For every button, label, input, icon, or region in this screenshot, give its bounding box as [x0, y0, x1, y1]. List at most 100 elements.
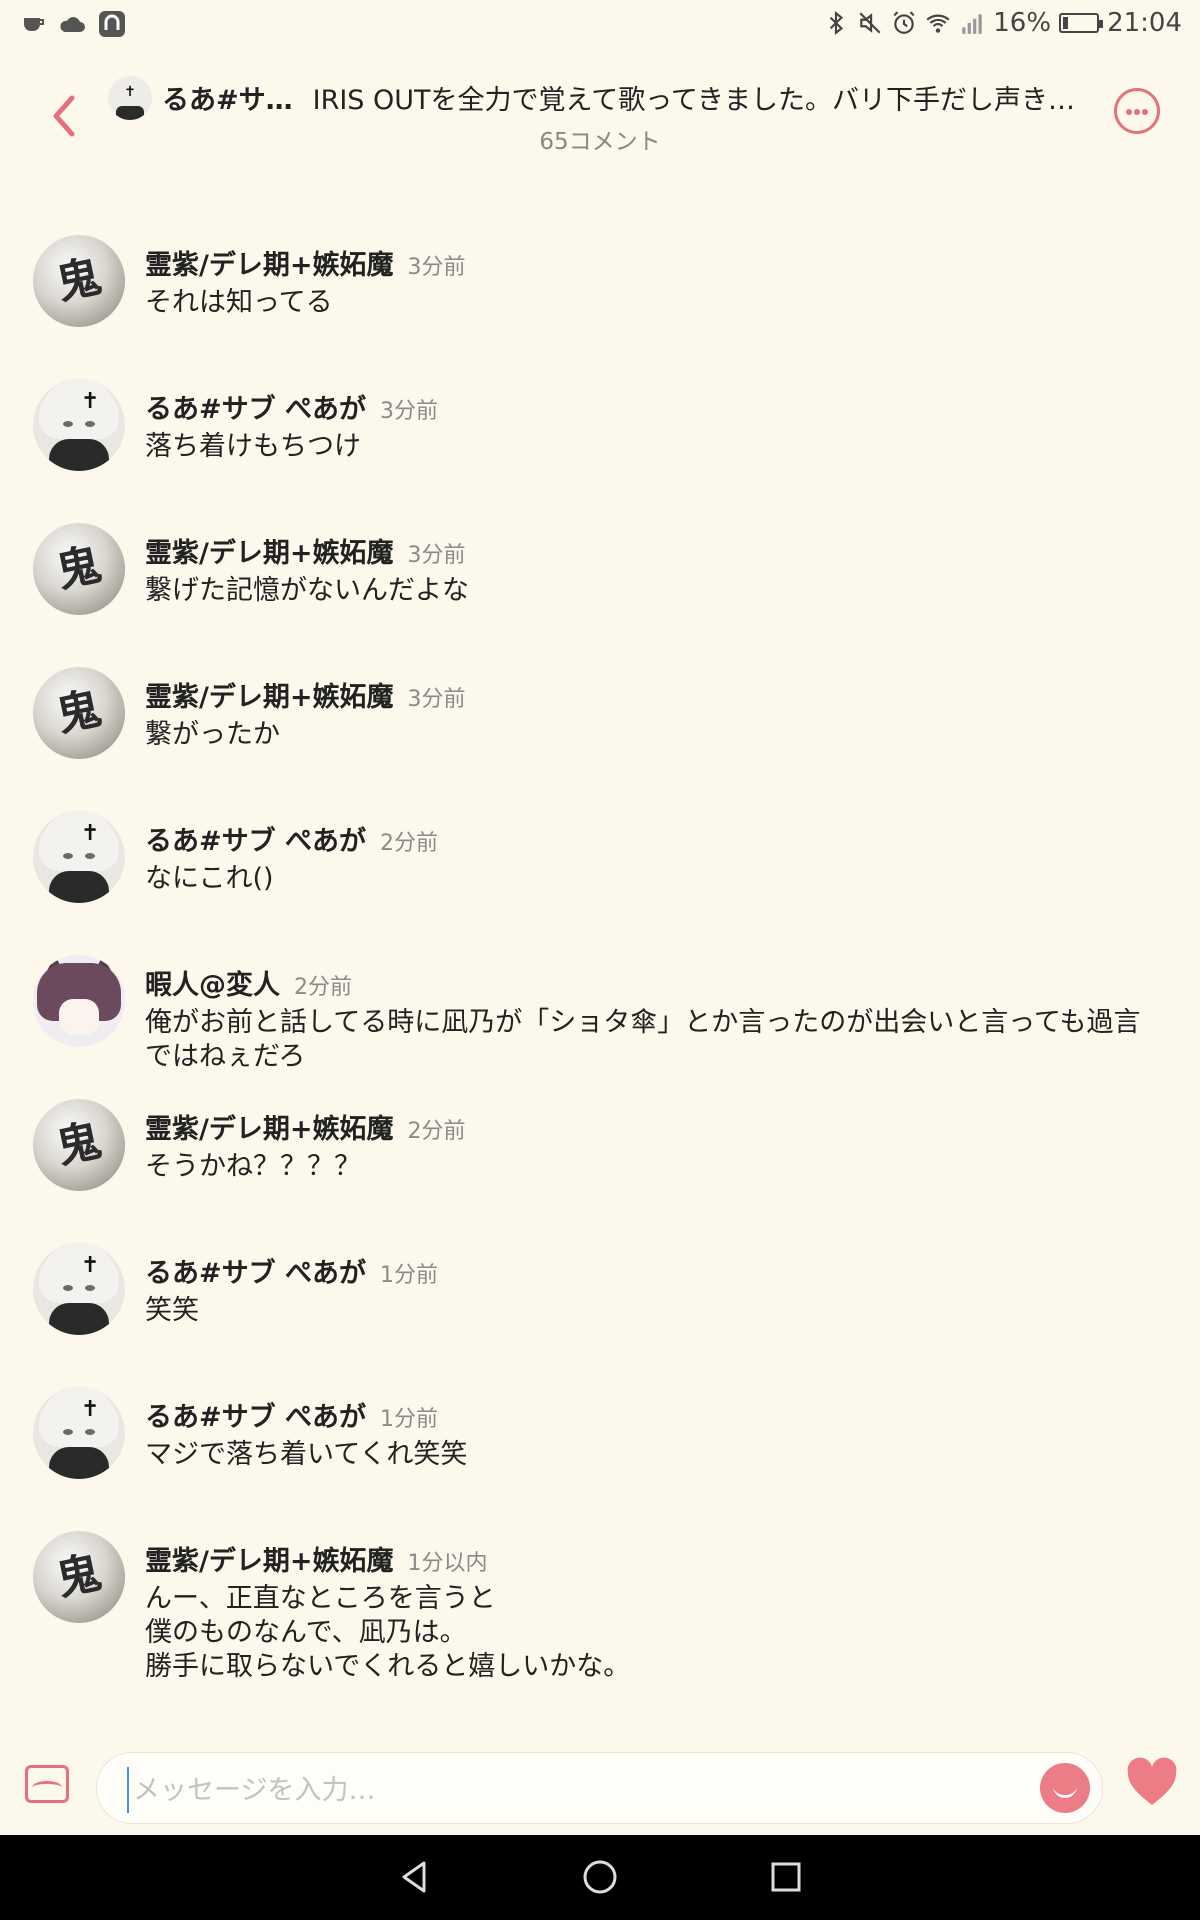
comment-avatar[interactable]: 鬼	[33, 1531, 125, 1623]
message-input-wrap[interactable]	[96, 1752, 1103, 1824]
comment-author[interactable]: るあ#サブ ぺあが	[145, 1395, 366, 1434]
comment-time: 3分前	[407, 687, 466, 712]
post-header: ✝ るあ#サ… IRIS OUTを全力で覚えて歌ってきました。バリ下手だし声き… …	[0, 60, 1200, 170]
avatar-body	[49, 871, 109, 903]
nav-recents-icon[interactable]	[766, 1857, 806, 1897]
comment-avatar[interactable]: 鬼	[33, 667, 125, 759]
wifi-icon	[926, 14, 950, 33]
message-input[interactable]	[127, 1767, 1035, 1813]
cross-icon: ✝	[81, 821, 100, 846]
nav-home-icon[interactable]	[580, 1857, 620, 1897]
comment-item[interactable]: ✝ るあ#サブ ぺあが 3分前落ち着けもちつけ	[0, 374, 1200, 518]
battery-percent: 16%	[993, 8, 1052, 38]
comment-text: 落ち着けもちつけ	[145, 431, 361, 462]
image-attach-button[interactable]	[25, 1765, 69, 1803]
comment-meta: るあ#サブ ぺあが 1分前	[145, 1238, 1200, 1290]
comment-avatar[interactable]: ✝	[33, 811, 125, 903]
comment-text: んー、正直なところを言うと 僕のものなんで、凪乃は。 勝手に取らないでくれると嬉…	[145, 1583, 631, 1682]
comment-author[interactable]: るあ#サブ ぺあが	[145, 819, 366, 858]
comment-item[interactable]: 鬼霊紫/デレ期+嫉妬魔 3分前それは知ってる	[0, 230, 1200, 374]
comment-author[interactable]: 霊紫/デレ期+嫉妬魔	[145, 1539, 393, 1578]
avatar-eye	[85, 421, 95, 427]
comment-list: 鬼霊紫/デレ期+嫉妬魔 3分前 それは知ってる ✝ るあ#サブ ぺあが 3分前 落ち着けもち…	[0, 230, 1200, 1684]
avatar-body	[49, 1303, 109, 1335]
comment-time: 1分前	[380, 1407, 439, 1432]
comment-item[interactable]: 鬼霊紫/デレ期+嫉妬魔 1分以内んー、正直なところを言うと 僕のものなんで、凪乃は…	[0, 1526, 1200, 1684]
avatar-emblem-icon: 鬼	[52, 1114, 106, 1175]
more-dot-icon	[1142, 109, 1148, 115]
mute-icon	[859, 12, 881, 34]
svg-text:✝: ✝	[124, 84, 136, 100]
comment-avatar[interactable]: 鬼	[33, 1099, 125, 1191]
comment-author[interactable]: 暇人@変人	[145, 963, 280, 1002]
status-bar: 16% 21:04	[0, 0, 1200, 50]
comment-time: 1分前	[380, 1263, 439, 1288]
comment-avatar[interactable]: 鬼	[33, 523, 125, 615]
avatar-hair	[39, 811, 119, 871]
comment-item[interactable]: ✝ るあ#サブ ぺあが 2分前 なにこれ()	[0, 806, 1200, 950]
comment-time: 1分以内	[407, 1551, 488, 1576]
avatar-emblem-icon: 鬼	[52, 682, 106, 743]
comment-item[interactable]: 鬼霊紫/デレ期+嫉妬魔 3分前繋がったか	[0, 662, 1200, 806]
cloud-icon	[58, 14, 86, 38]
comment-item[interactable]: 鬼霊紫/デレ期+嫉妬魔 3分前 繋げた記憶がないんだよな	[0, 518, 1200, 662]
comment-meta: 霊紫/デレ期+嫉妬魔 2分前	[145, 1094, 1200, 1146]
battery-icon	[1059, 13, 1104, 33]
comment-avatar[interactable]: ✝	[33, 1387, 125, 1479]
more-options-button[interactable]	[1114, 88, 1160, 134]
sticker-button[interactable]	[1040, 1763, 1090, 1813]
post-author-avatar[interactable]: ✝	[108, 76, 152, 120]
comment-author[interactable]: 霊紫/デレ期+嫉妬魔	[145, 243, 393, 282]
status-right: 16% 21:04	[823, 8, 1182, 38]
comment-author[interactable]: 霊紫/デレ期+嫉妬魔	[145, 675, 393, 714]
comment-avatar[interactable]: ✝	[33, 1243, 125, 1335]
comment-meta: 霊紫/デレ期+嫉妬魔 3分前	[145, 230, 1200, 282]
comment-meta: 霊紫/デレ期+嫉妬魔 1分以内	[145, 1526, 1200, 1578]
avatar-emblem-icon: 鬼	[52, 250, 106, 311]
like-heart-button[interactable]	[1124, 1755, 1180, 1811]
avatar-emblem-icon: 鬼	[52, 538, 106, 599]
avatar-eye	[63, 421, 73, 427]
cross-icon: ✝	[81, 389, 100, 414]
avatar-eye	[63, 853, 73, 859]
avatar-body	[49, 1447, 109, 1479]
system-nav-bar	[0, 1835, 1200, 1920]
comment-meta: 霊紫/デレ期+嫉妬魔 3分前	[145, 662, 1200, 714]
comment-time: 2分前	[294, 975, 352, 1000]
avatar-hair	[39, 1243, 119, 1303]
signal-icon	[962, 14, 983, 34]
comment-time: 3分前	[407, 543, 466, 568]
comment-time: 3分前	[407, 255, 466, 280]
avatar-eye	[85, 1429, 95, 1435]
comment-meta: 霊紫/デレ期+嫉妬魔 3分前	[145, 518, 1200, 570]
comment-author[interactable]: るあ#サブ ぺあが	[145, 1251, 366, 1290]
comment-count: 65コメント	[539, 129, 661, 155]
avatar-eye	[85, 1285, 95, 1291]
post-title-row[interactable]: るあ#サ… IRIS OUTを全力で覚えて歌ってきました。バリ下手だし声き…	[162, 78, 1082, 117]
comment-text: それは知ってる	[145, 287, 333, 318]
comment-avatar[interactable]	[33, 955, 125, 1047]
comment-author[interactable]: るあ#サブ ぺあが	[145, 387, 366, 426]
comment-author[interactable]: 霊紫/デレ期+嫉妬魔	[145, 531, 393, 570]
comment-author[interactable]: 霊紫/デレ期+嫉妬魔	[145, 1107, 393, 1146]
comment-text: そうかね？？？？	[145, 1151, 361, 1182]
nav-back-icon[interactable]	[394, 1857, 434, 1897]
comment-avatar[interactable]: 鬼	[33, 235, 125, 327]
comment-item[interactable]: 鬼霊紫/デレ期+嫉妬魔 2分前そうかね？？？？	[0, 1094, 1200, 1238]
comment-text: なにこれ()	[145, 863, 274, 894]
comment-avatar[interactable]: ✝	[33, 379, 125, 471]
comment-item[interactable]: ✝ るあ#サブ ぺあが 1分前笑笑	[0, 1238, 1200, 1382]
avatar-emblem-icon: 鬼	[52, 1546, 106, 1607]
comment-item[interactable]: 暇人@変人 2分前俺がお前と話してる時に凪乃が「ショタ傘」とか言ったのが出会いと言…	[0, 950, 1200, 1094]
comment-meta: るあ#サブ ぺあが 3分前	[145, 374, 1200, 426]
comment-text: 俺がお前と話してる時に凪乃が「ショタ傘」とか言ったのが出会いと言っても過言 では…	[145, 1007, 1141, 1072]
comment-text: 笑笑	[145, 1295, 199, 1326]
comment-meta: るあ#サブ ぺあが 1分前	[145, 1382, 1200, 1434]
more-dot-icon	[1134, 109, 1140, 115]
comment-item[interactable]: ✝ るあ#サブ ぺあが 1分前 マジで落ち着いてくれ笑笑	[0, 1382, 1200, 1526]
avatar-hair	[39, 379, 119, 439]
clock: 21:04	[1107, 8, 1182, 38]
comment-text: 繋がったか	[145, 719, 280, 750]
cross-icon: ✝	[81, 1397, 100, 1422]
avatar-face	[59, 999, 99, 1035]
